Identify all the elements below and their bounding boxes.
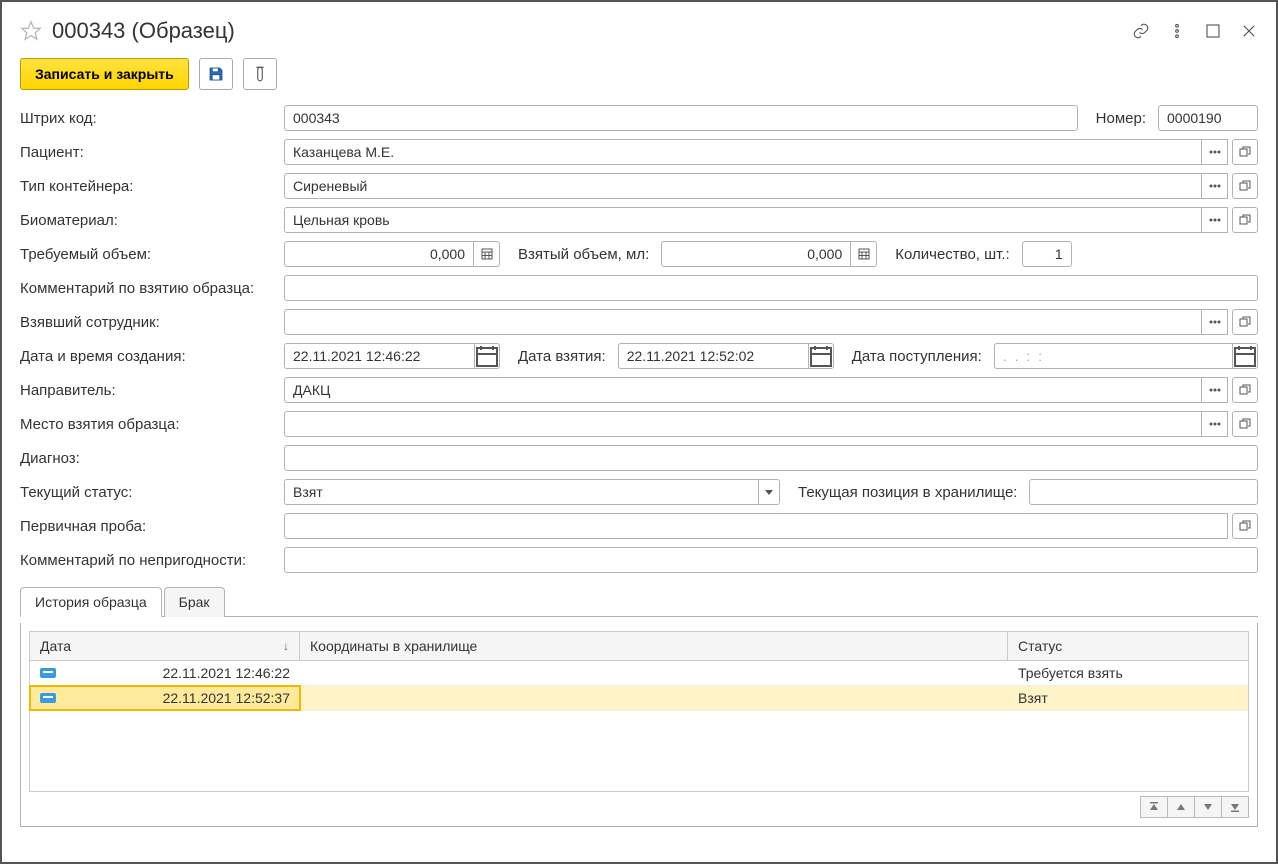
row-status-icon (40, 668, 56, 678)
biomaterial-select-button[interactable] (1202, 207, 1228, 233)
table-row[interactable]: 22.11.2021 12:52:37 Взят (30, 686, 1248, 711)
sampling-place-open-button[interactable] (1232, 411, 1258, 437)
more-menu-icon[interactable] (1168, 22, 1186, 40)
reject-comment-field[interactable] (284, 547, 1258, 573)
sampling-comment-field[interactable] (284, 275, 1258, 301)
biomaterial-open-button[interactable] (1232, 207, 1258, 233)
favorite-star-icon[interactable] (20, 20, 42, 42)
number-label: Номер: (1086, 110, 1150, 127)
required-volume-field[interactable]: 0,000 (284, 241, 474, 267)
storage-position-label: Текущая позиция в хранилище: (788, 484, 1021, 501)
arrival-date-field[interactable]: . . : : (994, 343, 1232, 369)
calendar-icon (475, 344, 499, 368)
arrival-date-picker-button[interactable] (1232, 343, 1258, 369)
close-icon[interactable] (1240, 22, 1258, 40)
biomaterial-label: Биоматериал: (20, 212, 276, 229)
creation-date-label: Дата и время создания: (20, 348, 276, 365)
column-header-coords[interactable]: Координаты в хранилище (300, 632, 1008, 660)
quantity-label: Количество, шт.: (885, 246, 1013, 263)
referrer-open-button[interactable] (1232, 377, 1258, 403)
nav-last-button[interactable] (1221, 796, 1249, 818)
diagnosis-field[interactable] (284, 445, 1258, 471)
triangle-down-icon (1203, 802, 1213, 812)
nav-prev-button[interactable] (1167, 796, 1195, 818)
save-button[interactable] (199, 58, 233, 90)
page-title: 000343 (Образец) (52, 18, 1132, 44)
reject-comment-label: Комментарий по непригодности: (20, 552, 276, 569)
referrer-label: Направитель: (20, 382, 276, 399)
number-field[interactable]: 0000190 (1158, 105, 1258, 131)
row-status-icon (40, 693, 56, 703)
creation-date-field[interactable]: 22.11.2021 12:46:22 (284, 343, 474, 369)
taken-date-field[interactable]: 22.11.2021 12:52:02 (618, 343, 808, 369)
employee-select-button[interactable] (1202, 309, 1228, 335)
column-header-status[interactable]: Статус (1008, 632, 1248, 660)
taken-date-label: Дата взятия: (508, 348, 610, 365)
save-close-button[interactable]: Записать и закрыть (20, 58, 189, 90)
column-header-date[interactable]: Дата↓ (30, 632, 300, 660)
creation-date-picker-button[interactable] (474, 343, 500, 369)
biomaterial-field[interactable]: Цельная кровь (284, 207, 1202, 233)
required-volume-calc-button[interactable] (474, 241, 500, 267)
current-status-label: Текущий статус: (20, 484, 276, 501)
sampling-place-select-button[interactable] (1202, 411, 1228, 437)
barcode-field[interactable]: 000343 (284, 105, 1078, 131)
sampling-comment-label: Комментарий по взятию образца: (20, 280, 276, 297)
barcode-label: Штрих код: (20, 110, 276, 127)
container-select-button[interactable] (1202, 173, 1228, 199)
chevron-down-icon (764, 487, 774, 497)
required-volume-label: Требуемый объем: (20, 246, 276, 263)
calendar-icon (809, 344, 833, 368)
sort-arrow-down-icon: ↓ (283, 639, 289, 653)
tab-reject[interactable]: Брак (164, 587, 225, 617)
maximize-icon[interactable] (1204, 22, 1222, 40)
container-open-button[interactable] (1232, 173, 1258, 199)
primary-sample-label: Первичная проба: (20, 518, 276, 535)
taken-volume-label: Взятый объем, мл: (508, 246, 653, 263)
taking-employee-field[interactable] (284, 309, 1202, 335)
employee-open-button[interactable] (1232, 309, 1258, 335)
referrer-select-button[interactable] (1202, 377, 1228, 403)
taken-volume-calc-button[interactable] (851, 241, 877, 267)
triangle-up-icon (1176, 802, 1186, 812)
tab-history[interactable]: История образца (20, 587, 162, 617)
status-dropdown-button[interactable] (758, 479, 780, 505)
taken-date-picker-button[interactable] (808, 343, 834, 369)
nav-next-button[interactable] (1194, 796, 1222, 818)
quantity-field[interactable]: 1 (1022, 241, 1072, 267)
storage-position-field[interactable] (1029, 479, 1258, 505)
taken-volume-field[interactable]: 0,000 (661, 241, 851, 267)
link-icon[interactable] (1132, 22, 1150, 40)
calendar-icon (1233, 344, 1257, 368)
arrival-date-label: Дата поступления: (842, 348, 986, 365)
table-row[interactable]: 22.11.2021 12:46:22 Требуется взять (30, 661, 1248, 686)
container-type-field[interactable]: Сиреневый (284, 173, 1202, 199)
tube-button[interactable] (243, 58, 277, 90)
primary-sample-open-button[interactable] (1232, 513, 1258, 539)
referrer-field[interactable]: ДАКЦ (284, 377, 1202, 403)
patient-label: Пациент: (20, 144, 276, 161)
patient-field[interactable]: Казанцева М.Е. (284, 139, 1202, 165)
sampling-place-field[interactable] (284, 411, 1202, 437)
nav-first-button[interactable] (1140, 796, 1168, 818)
test-tube-icon (251, 65, 269, 83)
taking-employee-label: Взявший сотрудник: (20, 314, 276, 331)
floppy-disk-icon (207, 65, 225, 83)
history-table: Дата↓ Координаты в хранилище Статус 22.1… (29, 631, 1249, 792)
current-status-field[interactable]: Взят (284, 479, 758, 505)
diagnosis-label: Диагноз: (20, 450, 276, 467)
patient-open-button[interactable] (1232, 139, 1258, 165)
patient-select-button[interactable] (1202, 139, 1228, 165)
sampling-place-label: Место взятия образца: (20, 416, 276, 433)
primary-sample-field[interactable] (284, 513, 1228, 539)
triangle-down-bar-icon (1230, 802, 1240, 812)
triangle-up-bar-icon (1149, 802, 1159, 812)
container-type-label: Тип контейнера: (20, 178, 276, 195)
